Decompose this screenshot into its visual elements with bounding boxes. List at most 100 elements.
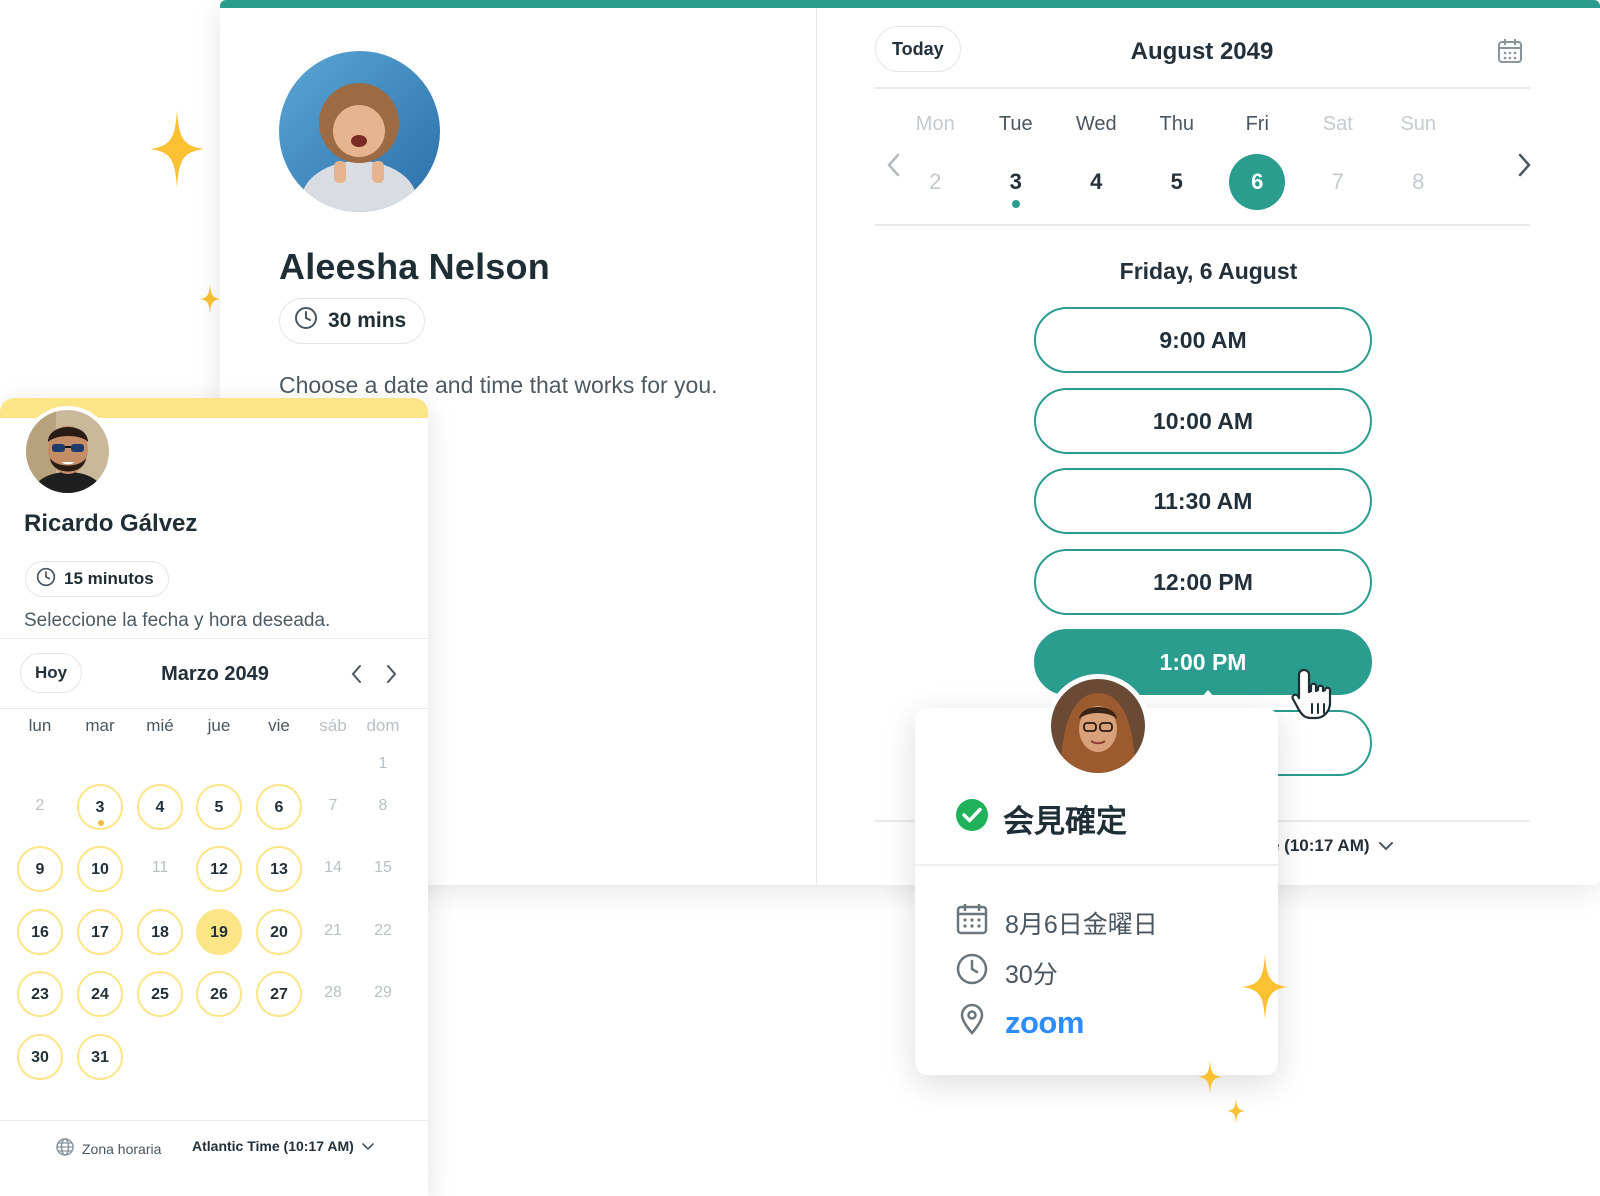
time-slot[interactable]: 11:30 AM	[1034, 468, 1372, 534]
divider	[0, 708, 428, 709]
avatar	[1046, 674, 1150, 778]
confirmation-location: zoom	[955, 1002, 1084, 1043]
host-name: Aleesha Nelson	[279, 246, 550, 287]
week-strip: Mon 2 Tue 3 Wed 4 Thu 5 Fri 6 Sat 7 Sun 8	[895, 106, 1459, 210]
calendar-icon	[955, 902, 989, 943]
day-wed[interactable]: Wed 4	[1056, 106, 1137, 210]
timezone-value: e (10:17 AM)	[1270, 836, 1370, 855]
sparkle-icon	[1227, 1098, 1245, 1124]
clock-icon	[294, 306, 318, 336]
day-cell[interactable]: 26	[196, 971, 242, 1017]
month-title: August 2049	[1130, 38, 1274, 65]
day-cell[interactable]: 13	[256, 846, 302, 892]
instructions-text: Seleccione la fecha y hora deseada.	[24, 610, 331, 631]
day-cell: 29	[374, 984, 392, 1001]
day-cell: 28	[324, 984, 342, 1001]
day-cell[interactable]: 20	[256, 908, 302, 955]
selected-day-heading: Friday, 6 August	[1119, 258, 1298, 284]
divider	[915, 864, 1278, 866]
weekday-header: vie	[268, 716, 290, 735]
duration-badge: 15 minutos	[25, 561, 169, 597]
chevron-right-icon[interactable]	[386, 664, 398, 689]
confirmation-title: 会見確定	[955, 796, 1127, 841]
calendar-icon[interactable]	[1497, 38, 1523, 69]
day-cell: 14	[324, 859, 342, 876]
chevron-right-icon[interactable]	[1517, 152, 1533, 183]
day-cell[interactable]: 3	[77, 783, 123, 830]
host-name: Ricardo Gálvez	[24, 510, 198, 537]
chevron-left-icon[interactable]	[350, 664, 362, 689]
day-fri[interactable]: Fri 6	[1217, 106, 1298, 210]
globe-icon	[56, 1138, 74, 1159]
day-cell[interactable]: 17	[77, 908, 123, 955]
day-cell: 21	[324, 921, 342, 939]
day-thu[interactable]: Thu 5	[1137, 106, 1218, 210]
sparkle-icon	[1242, 954, 1288, 1020]
day-cell[interactable]: 10	[77, 846, 123, 892]
day-cell[interactable]: 4	[137, 783, 183, 830]
sparkle-icon	[199, 284, 221, 314]
day-cell[interactable]: 9	[17, 846, 63, 892]
timezone-selector[interactable]: e (10:17 AM)	[1270, 836, 1394, 856]
time-slot[interactable]: 12:00 PM	[1034, 549, 1372, 615]
day-cell[interactable]: 18	[137, 908, 183, 955]
day-tue[interactable]: Tue 3	[976, 106, 1057, 210]
day-cell[interactable]: 25	[137, 971, 183, 1017]
day-cell: 8	[378, 796, 388, 814]
weekday-header: jue	[207, 716, 231, 735]
timezone-selector[interactable]: Atlantic Time (10:17 AM)	[192, 1138, 374, 1154]
divider	[875, 87, 1530, 89]
day-cell: 22	[374, 921, 392, 939]
day-cell[interactable]: 24	[77, 971, 123, 1017]
hand-cursor-icon	[1290, 666, 1340, 729]
avatar	[279, 51, 440, 212]
confirmation-date: 8月6日金曜日	[955, 902, 1158, 943]
timezone-value: Atlantic Time (10:17 AM)	[192, 1138, 354, 1154]
weekday-header: mar	[85, 716, 115, 735]
day-cell: 15	[374, 859, 392, 876]
day-cell[interactable]: 23	[17, 971, 63, 1017]
sparkle-icon	[150, 110, 204, 188]
day-cell[interactable]: 5	[196, 783, 242, 830]
day-sat: Sat 7	[1322, 113, 1353, 194]
instructions-text: Choose a date and time that works for yo…	[279, 372, 718, 398]
divider	[0, 1120, 428, 1121]
day-cell: 11	[151, 859, 169, 876]
today-button[interactable]: Today	[875, 26, 961, 72]
day-cell[interactable]: 27	[256, 971, 302, 1017]
weekday-header: mié	[146, 716, 174, 735]
day-cell[interactable]: 31	[77, 1033, 123, 1080]
sparkle-icon	[1198, 1060, 1222, 1094]
day-cell[interactable]: 30	[17, 1033, 63, 1080]
duration-label: 30 mins	[328, 309, 407, 332]
timezone-label: Zona horaria	[56, 1138, 161, 1159]
map-pin-icon	[955, 1002, 989, 1043]
divider	[875, 224, 1530, 226]
confirmation-duration: 30分	[955, 952, 1058, 993]
chevron-down-icon	[362, 1138, 374, 1154]
clock-icon	[36, 567, 56, 592]
today-button[interactable]: Hoy	[20, 653, 83, 693]
weekday-header: lun	[28, 716, 52, 735]
time-slot[interactable]: 10:00 AM	[1034, 388, 1372, 454]
zoom-logo[interactable]: zoom	[1005, 1005, 1084, 1041]
day-cell[interactable]: 12	[196, 846, 242, 892]
day-cell-selected[interactable]: 19	[196, 908, 242, 955]
avatar	[22, 406, 113, 497]
day-cell: 2	[35, 796, 45, 814]
clock-icon	[955, 952, 989, 993]
popover-pointer	[1192, 690, 1224, 708]
weekday-header: sáb	[319, 716, 347, 735]
check-circle-icon	[955, 798, 989, 840]
day-cell[interactable]: 6	[256, 783, 302, 830]
day-sun: Sun 8	[1400, 113, 1437, 194]
chevron-down-icon	[1378, 836, 1394, 856]
confirmation-title-text: 会見確定	[1003, 804, 1127, 839]
day-mon: Mon 2	[915, 113, 955, 194]
month-title: Marzo 2049	[161, 663, 269, 685]
weekday-header: dom	[366, 716, 400, 735]
day-cell[interactable]: 16	[17, 908, 63, 955]
day-cell: 1	[378, 755, 388, 772]
time-slot[interactable]: 9:00 AM	[1034, 307, 1372, 373]
divider	[0, 638, 428, 639]
